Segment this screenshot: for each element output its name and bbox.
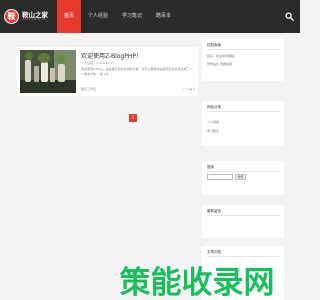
welcome-text: 您好，欢迎到访网站！ [207,54,238,58]
widget-latest-comments: 最新留言 [202,205,284,238]
category-link[interactable]: 个人经验 [207,120,219,124]
post-title[interactable]: 欢迎使用Z-BlogPHP！ [81,51,142,60]
nav-item-notes[interactable]: 学习笔记 [115,0,149,33]
widget-title: 控制面板 [207,43,221,47]
widget-title: 文章归档 [207,250,221,254]
nav-item-home[interactable]: 首页 [57,0,82,33]
watermark-text: 策能收录网 [120,265,275,300]
post-meta: 个人经验 • 2024-11-17 [81,61,115,65]
divider [207,256,279,257]
divider [207,49,279,50]
search-icon[interactable] [285,12,294,21]
post-tag[interactable]: 酷百工作室 [81,87,96,91]
logo-subtitle: www.anshanzj.com [22,18,46,21]
widget-search: 搜索 搜索 [202,161,284,195]
category-link[interactable]: 学习笔记 [207,129,219,133]
divider [207,111,279,112]
widget-title: 搜索 [207,165,214,169]
main-nav: 首页 个人经验 学习笔记 酷百本 [57,0,178,33]
site-header: 鞍 鞍山之家 www.anshanzj.com 首页 个人经验 学习笔记 酷百本 [0,0,300,33]
divider [207,215,279,216]
search-input[interactable] [207,174,233,180]
post-card: 欢迎使用Z-BlogPHP！ 个人经验 • 2024-11-17 欢迎使用Z-B… [17,47,198,96]
pagination-current-page[interactable]: 1 [129,114,137,122]
post-thumbnail-image[interactable] [20,50,76,93]
divider [207,171,279,172]
widget-title: 最新留言 [207,209,221,213]
post-footer: 酷百工作室 □ 0 ◉ 0 [81,87,195,92]
widget-title: 网站分类 [207,105,221,109]
widget-categories: 网站分类 个人经验 学习笔记 [202,101,284,146]
post-excerpt: 欢迎使用Z-Blog，这是程序自动生成的文章，您可以删除或是编辑它在系统生成了一… [81,67,193,76]
widget-control-panel: 控制面板 您好，欢迎到访网站！ 登录后台 查看权限 [202,39,284,81]
post-stats: □ 0 ◉ 0 [182,87,195,91]
nav-item-experience[interactable]: 个人经验 [81,0,115,33]
site-logo[interactable]: 鞍 鞍山之家 www.anshanzj.com [4,8,56,25]
watermark-banner: 策能收录网 [119,264,275,300]
search-submit-button[interactable]: 搜索 [235,174,246,180]
nav-item-kubaiben[interactable]: 酷百本 [149,0,178,33]
admin-links[interactable]: 登录后台 查看权限 [207,62,232,66]
logo-badge: 鞍 [4,9,19,24]
